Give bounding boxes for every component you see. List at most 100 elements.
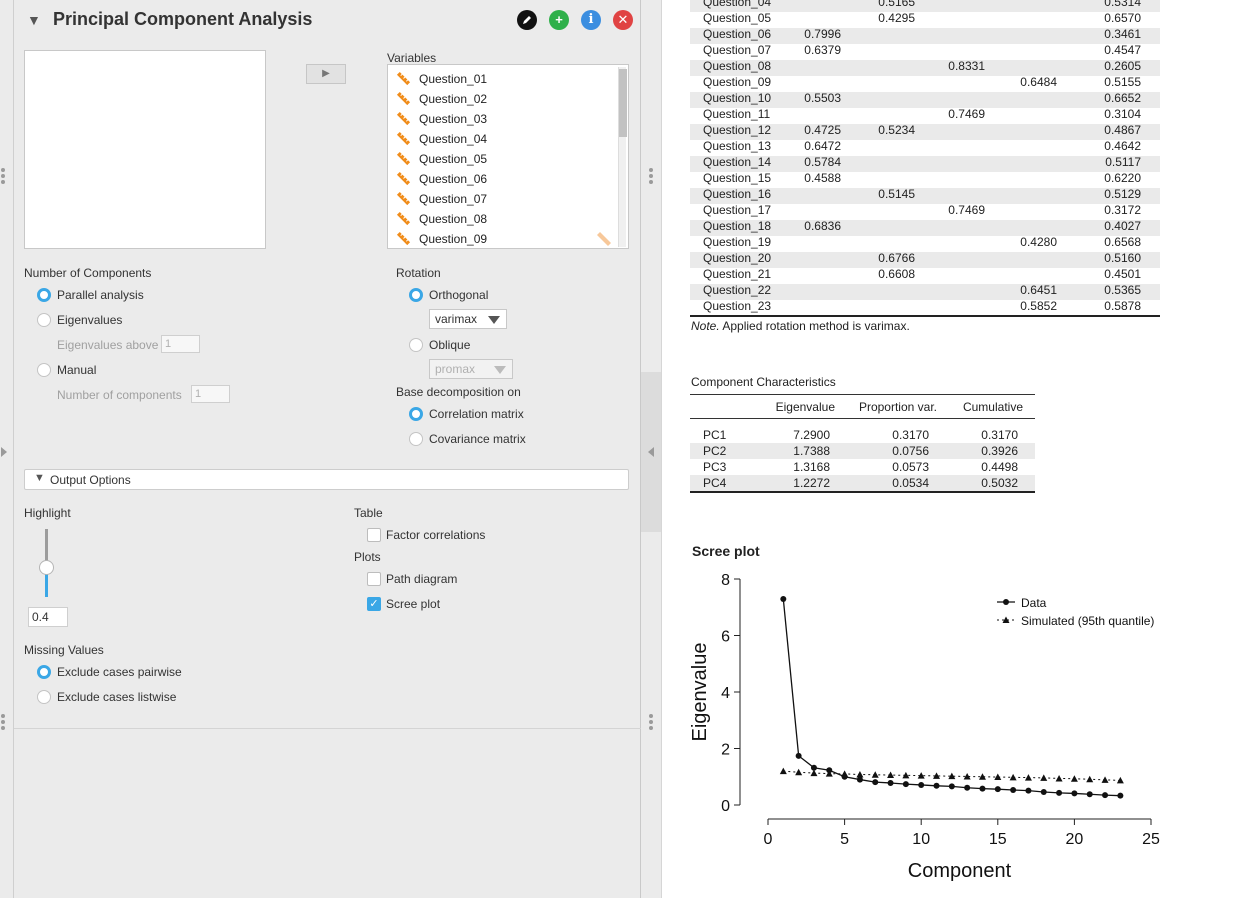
data-point (1010, 787, 1017, 794)
variable-name: Question_04 (419, 132, 488, 146)
available-variables-box[interactable] (24, 50, 266, 249)
eigenvalues-above-label: Eigenvalues above (57, 338, 159, 352)
collapse-options-arrow-icon[interactable] (648, 447, 654, 457)
highlight-label: Highlight (24, 506, 71, 520)
factor-correlations-checkbox[interactable] (367, 528, 381, 542)
close-analysis-icon[interactable]: ✕ (613, 10, 633, 30)
exclude-listwise-radio[interactable] (37, 690, 51, 704)
loading-row-label: Question_14 (703, 155, 772, 169)
oblique-radio[interactable] (409, 338, 423, 352)
variable-name: Question_06 (419, 172, 488, 186)
eigenvalues-radio[interactable] (37, 313, 51, 327)
num-components-input-label: Number of components (57, 388, 182, 402)
loading-cell-uniq: 0.5117 (1105, 155, 1141, 169)
left-grip-handle[interactable] (0, 166, 6, 186)
loading-row-label: Question_08 (703, 59, 772, 73)
simulated-point (1055, 774, 1063, 782)
parallel-analysis-radio[interactable] (37, 288, 51, 302)
loading-cell-pc2: 0.4295 (878, 11, 915, 25)
loading-cell-uniq: 0.5314 (1104, 0, 1141, 9)
num-components-input[interactable]: 1 (191, 385, 230, 403)
simulated-point (1070, 775, 1078, 782)
eigenvalues-above-input[interactable]: 1 (161, 335, 200, 353)
loading-cell-pc3: 0.8331 (948, 59, 985, 73)
assign-variables-button[interactable]: ▶ (306, 64, 346, 84)
highlight-value-input[interactable]: 0.4 (28, 607, 68, 627)
info-icon[interactable]: i (581, 10, 601, 30)
simulated-point (795, 768, 803, 776)
scale-ruler-icon (396, 211, 411, 226)
path-diagram-checkbox[interactable] (367, 572, 381, 586)
left-grip-handle-bottom[interactable] (0, 712, 6, 732)
simulated-point (887, 771, 895, 779)
num-components-label: Number of Components (24, 266, 152, 280)
orthogonal-method-select[interactable]: varimax (429, 309, 507, 329)
loading-cell-uniq: 0.6570 (1104, 11, 1141, 25)
scree-plot-title: Scree plot (692, 543, 760, 559)
loading-cell-uniq: 0.4027 (1104, 219, 1141, 233)
scale-ruler-icon (396, 131, 411, 146)
variables-scrollbar[interactable] (618, 67, 627, 247)
loading-cell-uniq: 0.2605 (1104, 59, 1141, 73)
variables-list[interactable]: Question_01 Question_02 Question_03 Questio… (387, 64, 629, 249)
exclude-pairwise-radio[interactable] (37, 665, 51, 679)
simulated-point (1024, 774, 1032, 781)
loading-cell-pc4: 0.6451 (1020, 283, 1057, 297)
x-tick-label: 20 (1066, 831, 1084, 848)
variables-scroll-thumb[interactable] (619, 69, 627, 137)
proportion-cell: 0.3170 (892, 428, 929, 442)
x-axis-label: Component (908, 860, 1012, 882)
collapse-analysis-icon[interactable]: ▼ (27, 12, 41, 28)
splitter-grip-bottom[interactable] (648, 712, 654, 732)
output-options-section[interactable]: ▼ Output Options (24, 469, 629, 490)
manual-radio[interactable] (37, 363, 51, 377)
manual-label: Manual (57, 363, 97, 377)
duplicate-analysis-icon[interactable]: + (549, 10, 569, 30)
component-row-label: PC2 (703, 444, 727, 458)
loading-row-label: Question_20 (703, 251, 772, 265)
highlight-slider-handle[interactable] (39, 560, 54, 575)
scree-plot-chart: 0 2 4 6 8 0 5 10 15 20 25 Component Eigenvalue Data Si… (689, 572, 1160, 882)
characteristics-bottom-rule (690, 491, 1035, 493)
simulated-point (1040, 774, 1048, 781)
legend-data-label: Data (1021, 596, 1047, 610)
correlation-matrix-radio[interactable] (409, 407, 423, 421)
component-row-label: PC4 (703, 476, 727, 490)
correlation-matrix-label: Correlation matrix (429, 407, 524, 421)
x-tick-label: 0 (764, 831, 773, 848)
variables-label: Variables (387, 51, 437, 65)
data-point (994, 786, 1001, 793)
y-axis-label: Eigenvalue (689, 643, 711, 742)
scale-ruler-icon (396, 191, 411, 206)
y-tick-label: 8 (721, 572, 730, 589)
loading-cell-uniq: 0.5878 (1104, 299, 1141, 313)
loading-row-label: Question_06 (703, 27, 772, 41)
loading-cell-uniq: 0.3461 (1104, 27, 1141, 41)
variable-name: Question_01 (419, 72, 488, 86)
legend-data-marker (1003, 599, 1009, 605)
covariance-matrix-radio[interactable] (409, 432, 423, 446)
eigenvalues-label: Eigenvalues (57, 313, 123, 327)
loading-cell-pc2: 0.5145 (878, 187, 915, 201)
pane-splitter[interactable] (641, 0, 662, 898)
orthogonal-radio[interactable] (409, 288, 423, 302)
simulated-point (871, 771, 879, 778)
splitter-grip-top[interactable] (648, 166, 654, 186)
variable-name: Question_08 (419, 212, 488, 226)
loading-cell-uniq: 0.6220 (1104, 171, 1141, 185)
loading-row-label: Question_07 (703, 43, 772, 57)
characteristics-top-rule (690, 394, 1035, 395)
oblique-method-select[interactable]: promax (429, 359, 513, 379)
orthogonal-method-value: varimax (435, 312, 478, 326)
edit-title-icon[interactable] (517, 10, 537, 30)
simulated-point (1101, 776, 1109, 783)
scree-plot-checkbox[interactable]: ✓ (367, 597, 381, 611)
expand-left-arrow-icon[interactable] (1, 447, 7, 457)
proportion-cell: 0.0573 (892, 460, 929, 474)
cumulative-cell: 0.3170 (981, 428, 1018, 442)
component-row-label: PC3 (703, 460, 727, 474)
loading-cell-pc2: 0.6766 (878, 251, 915, 265)
rotation-note: Note. Applied rotation method is varimax… (691, 319, 910, 333)
table-label: Table (354, 506, 383, 520)
collapse-strip[interactable] (641, 372, 661, 532)
